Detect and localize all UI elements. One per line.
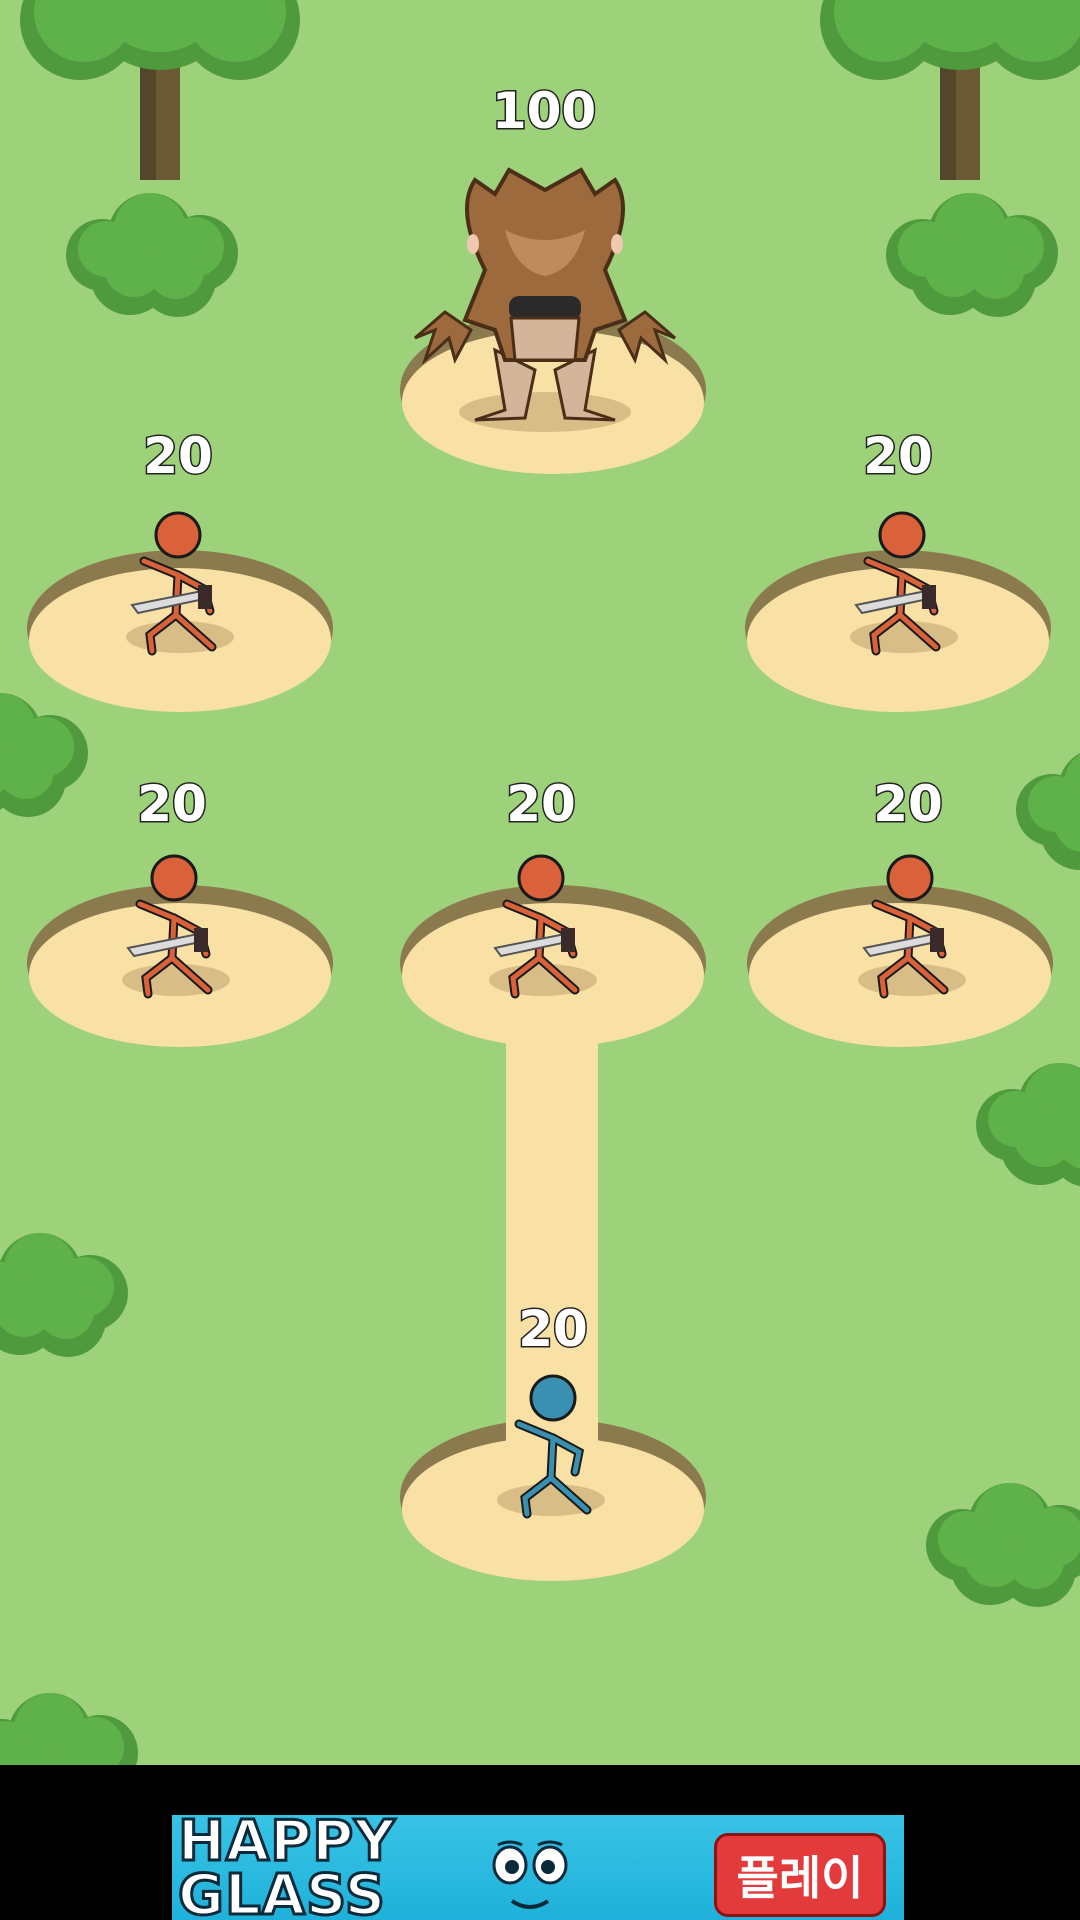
bush-decoration (886, 193, 1058, 317)
player-power: 20 (517, 1299, 590, 1360)
boss-power: 100 (490, 81, 597, 142)
ad-title: HAPPY GLASS (177, 1815, 397, 1920)
smiling-glass-icon (492, 1840, 568, 1909)
enemy-power: 20 (136, 774, 209, 835)
game-world (0, 0, 1080, 1765)
bush-decoration (926, 1483, 1080, 1607)
bush-decoration (1016, 748, 1080, 872)
bush-decoration (976, 1063, 1080, 1187)
ad-banner[interactable]: HAPPY GLASS 플레이 (172, 1815, 904, 1920)
play-button[interactable]: 플레이 (714, 1833, 886, 1917)
enemy-power: 20 (505, 774, 578, 835)
bush-decoration (0, 1233, 128, 1357)
enemy-power: 20 (142, 426, 215, 487)
game-stage: 100 20 20 20 20 20 20 (0, 0, 1080, 1765)
bush-decoration (66, 193, 238, 317)
tree-decoration (820, 0, 1080, 180)
enemy-power: 20 (862, 426, 935, 487)
bush-decoration (0, 693, 88, 817)
enemy-power: 20 (872, 774, 945, 835)
bush-decoration (0, 1693, 138, 1765)
tree-decoration (20, 0, 300, 180)
